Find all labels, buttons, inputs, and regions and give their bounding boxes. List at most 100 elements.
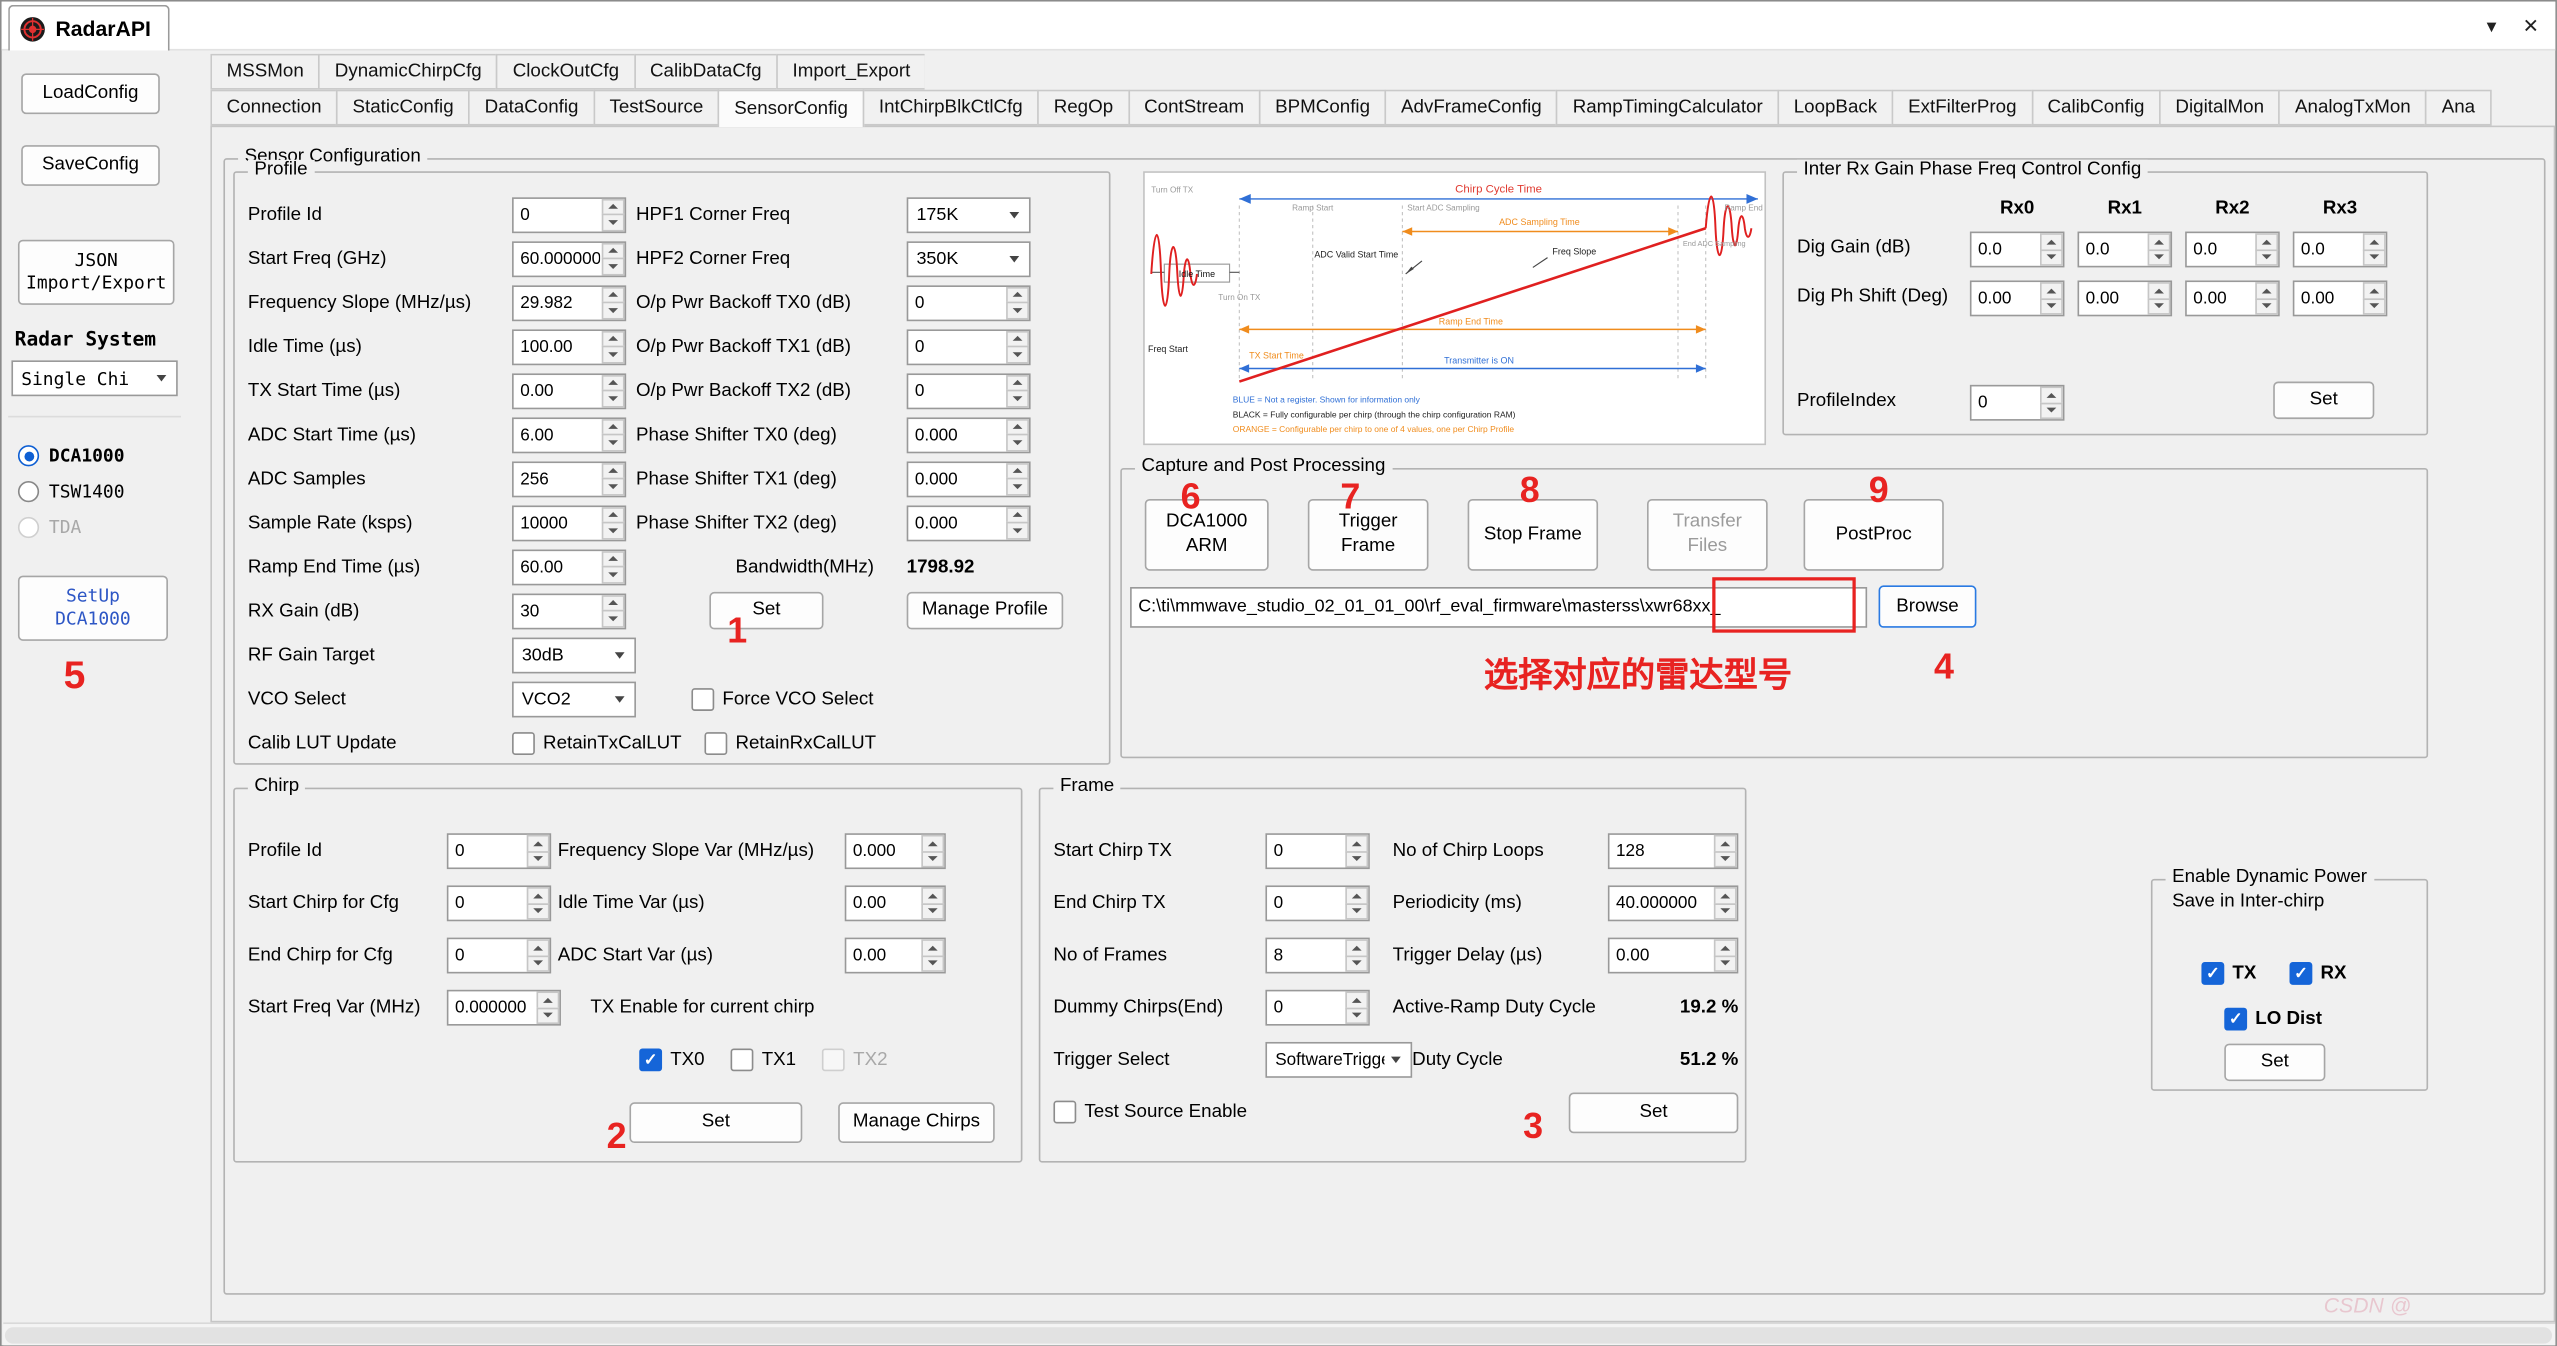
spin-down-icon[interactable]: [602, 434, 625, 451]
spin-down-icon[interactable]: [1345, 1007, 1368, 1024]
tab-dynamicchirpcfg[interactable]: DynamicChirpCfg: [318, 54, 498, 90]
freq-slope-input[interactable]: 29.982: [512, 285, 626, 321]
ramp-end-time-input[interactable]: 60.00: [512, 549, 626, 585]
sample-rate-input[interactable]: 10000: [512, 505, 626, 541]
radar-system-select[interactable]: Single Chi: [11, 360, 177, 396]
backoff-tx0-input[interactable]: 0: [907, 285, 1031, 321]
profile-id-input[interactable]: 0: [512, 196, 626, 232]
retain-rx-cal-checkbox[interactable]: RetainRxCalLUT: [704, 731, 876, 754]
tab-extfilterprog[interactable]: ExtFilterProg: [1892, 90, 2033, 126]
spin-down-icon[interactable]: [527, 903, 550, 920]
spin-down-icon[interactable]: [602, 610, 625, 627]
start-chirp-cfg-input[interactable]: 0: [447, 885, 551, 921]
test-source-checkbox[interactable]: Test Source Enable: [1053, 1101, 1382, 1124]
tab-dataconfig[interactable]: DataConfig: [468, 90, 594, 126]
spin-down-icon[interactable]: [1006, 390, 1029, 407]
spin-down-icon[interactable]: [602, 258, 625, 275]
spin-down-icon[interactable]: [2255, 298, 2278, 315]
spin-down-icon[interactable]: [1714, 903, 1737, 920]
setup-dca1000-button[interactable]: SetUp DCA1000: [18, 576, 168, 641]
freq-slope-var-input[interactable]: 0.000: [845, 833, 946, 869]
spin-down-icon[interactable]: [602, 302, 625, 319]
tab-mssmon[interactable]: MSSMon: [210, 54, 320, 90]
end-chirp-tx-input[interactable]: 0: [1265, 885, 1369, 921]
save-config-button[interactable]: SaveConfig: [21, 145, 160, 186]
tab-digitalmon[interactable]: DigitalMon: [2159, 90, 2280, 126]
tab-bpmconfig[interactable]: BPMConfig: [1259, 90, 1386, 126]
tab-testsource[interactable]: TestSource: [593, 90, 719, 126]
idle-time-var-input[interactable]: 0.00: [845, 885, 946, 921]
rx-gain-input[interactable]: 30: [512, 593, 626, 629]
spin-down-icon[interactable]: [527, 955, 550, 972]
spin-down-icon[interactable]: [921, 903, 944, 920]
tab-advframeconfig[interactable]: AdvFrameConfig: [1385, 90, 1558, 126]
window-menu-icon[interactable]: ▾: [2487, 15, 2497, 38]
tx-start-time-input[interactable]: 0.00: [512, 373, 626, 409]
trigger-delay-input[interactable]: 0.00: [1608, 938, 1738, 974]
tab-calibconfig[interactable]: CalibConfig: [2031, 90, 2161, 126]
spin-down-icon[interactable]: [602, 522, 625, 539]
rx-gain-set-button[interactable]: Set: [2273, 382, 2374, 420]
tab-calibdatacfg[interactable]: CalibDataCfg: [634, 54, 778, 90]
dropdown-arrow-icon[interactable]: [608, 695, 631, 702]
dropdown-arrow-icon[interactable]: [1003, 211, 1026, 218]
scrollbar-thumb[interactable]: [5, 1327, 2552, 1343]
phase-tx1-input[interactable]: 0.000: [907, 461, 1031, 497]
backoff-tx1-input[interactable]: 0: [907, 329, 1031, 365]
spin-down-icon[interactable]: [1006, 302, 1029, 319]
profile-index-input[interactable]: 0: [1970, 385, 2065, 421]
spin-down-icon[interactable]: [2148, 249, 2171, 266]
dropdown-arrow-icon[interactable]: [608, 651, 631, 658]
spin-down-icon[interactable]: [602, 390, 625, 407]
radio-dca1000[interactable]: DCA1000: [18, 445, 125, 466]
dropdown-arrow-icon[interactable]: [1003, 255, 1026, 262]
spin-down-icon[interactable]: [1345, 955, 1368, 972]
end-chirp-cfg-input[interactable]: 0: [447, 938, 551, 974]
close-icon[interactable]: ✕: [2523, 15, 2539, 38]
spin-down-icon[interactable]: [921, 850, 944, 867]
adc-start-time-input[interactable]: 6.00: [512, 417, 626, 453]
chirp-profile-id-input[interactable]: 0: [447, 833, 551, 869]
tab-import-export[interactable]: Import_Export: [776, 54, 925, 90]
start-freq-var-input[interactable]: 0.000000: [447, 990, 561, 1026]
chirp-set-button[interactable]: Set: [629, 1102, 802, 1143]
dig-gain-rx0-input[interactable]: 0.0: [1970, 232, 2065, 268]
dig-gain-rx3-input[interactable]: 0.0: [2293, 232, 2388, 268]
power-set-button[interactable]: Set: [2224, 1044, 2325, 1082]
tab-analogrxmon[interactable]: Ana: [2425, 90, 2491, 126]
tab-sensorconfig[interactable]: SensorConfig: [718, 90, 864, 128]
spin-down-icon[interactable]: [602, 214, 625, 231]
hpf1-select[interactable]: 175K: [907, 196, 1031, 232]
tx1-checkbox[interactable]: TX1: [731, 1048, 796, 1071]
spin-down-icon[interactable]: [1345, 903, 1368, 920]
dummy-chirps-input[interactable]: 0: [1265, 990, 1369, 1026]
power-lo-dist-checkbox[interactable]: ✓LO Dist: [2224, 1008, 2322, 1031]
adc-samples-input[interactable]: 256: [512, 461, 626, 497]
manage-profile-button[interactable]: Manage Profile: [907, 592, 1064, 630]
spin-down-icon[interactable]: [2363, 249, 2386, 266]
tab-contstream[interactable]: ContStream: [1128, 90, 1261, 126]
dig-ph-rx0-input[interactable]: 0.00: [1970, 280, 2065, 316]
start-freq-input[interactable]: 60.000000: [512, 241, 626, 277]
dig-ph-rx2-input[interactable]: 0.00: [2185, 280, 2280, 316]
idle-time-input[interactable]: 100.00: [512, 329, 626, 365]
hpf2-select[interactable]: 350K: [907, 241, 1031, 277]
horizontal-scrollbar[interactable]: [3, 1322, 2555, 1345]
trigger-frame-button[interactable]: TriggerFrame: [1308, 499, 1429, 571]
periodicity-input[interactable]: 40.000000: [1608, 885, 1738, 921]
backoff-tx2-input[interactable]: 0: [907, 373, 1031, 409]
trigger-select[interactable]: SoftwareTrigger: [1265, 1042, 1412, 1078]
tab-staticconfig[interactable]: StaticConfig: [336, 90, 470, 126]
adc-start-var-input[interactable]: 0.00: [845, 938, 946, 974]
spin-down-icon[interactable]: [2040, 298, 2063, 315]
chirp-loops-input[interactable]: 128: [1608, 833, 1738, 869]
dca1000-arm-button[interactable]: DCA1000ARM: [1145, 499, 1269, 571]
rf-gain-target-select[interactable]: 30dB: [512, 637, 636, 673]
spin-down-icon[interactable]: [1006, 346, 1029, 363]
tab-connection[interactable]: Connection: [210, 90, 338, 126]
manage-chirps-button[interactable]: Manage Chirps: [838, 1102, 995, 1143]
phase-tx0-input[interactable]: 0.000: [907, 417, 1031, 453]
dig-ph-rx1-input[interactable]: 0.00: [2078, 280, 2173, 316]
spin-down-icon[interactable]: [2040, 249, 2063, 266]
dig-ph-rx3-input[interactable]: 0.00: [2293, 280, 2388, 316]
